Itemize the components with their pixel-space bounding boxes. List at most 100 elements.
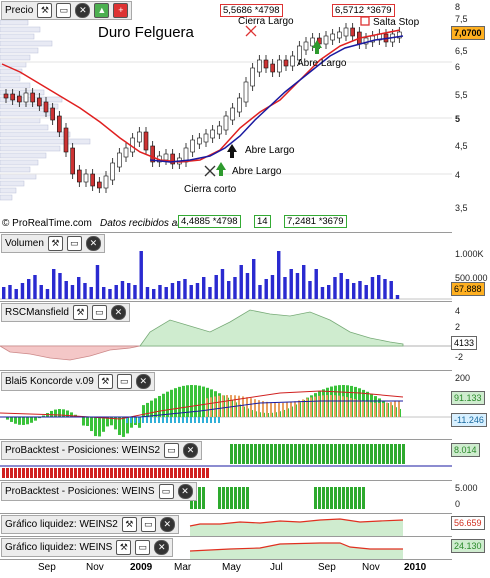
candle-body [203,133,209,143]
koncorde-blue-bar [138,417,140,423]
price-panel: Precio ⚒ ▭ ✕ ▲ + Duro Felguera 5,5686 *4… [0,0,452,233]
backtest2-panel-header[interactable]: ProBacktest - Posiciones: WEINS2 ▭ ✕ [1,441,203,460]
window-icon[interactable]: ▭ [158,484,174,499]
short-position-bar [206,468,209,478]
short-position-bar [30,468,33,478]
short-position-bar [10,468,13,478]
backtest-panel-header[interactable]: ProBacktest - Posiciones: WEINS ▭ ✕ [1,482,197,501]
koncorde-blue-bar [162,417,164,423]
candle-body [197,137,202,145]
koncorde-green-bar [50,410,53,417]
x-tick: 2009 [130,562,153,573]
long-position-bar [262,444,265,464]
koncorde-orange-bar [294,401,296,417]
close-icon[interactable]: ✕ [177,484,193,499]
wrench-icon[interactable]: ⚒ [97,374,113,389]
window-icon[interactable]: ▭ [56,3,72,18]
candle-body [90,173,95,187]
short-position-bar [74,468,77,478]
wrench-icon[interactable]: ⚒ [37,3,53,18]
candle-body [217,125,222,135]
long-position-bar [294,444,297,464]
volume-bar [352,283,356,299]
long-position-bar [286,444,289,464]
volume-panel-header[interactable]: Volumen ⚒ ▭ ✕ [1,234,105,253]
close-icon[interactable]: ✕ [135,374,151,389]
add-icon[interactable]: + [113,3,129,18]
tick: 2 [455,322,461,332]
short-position-bar [186,468,189,478]
long-position-bar [306,444,309,464]
volume-bar [295,273,300,299]
close-icon[interactable]: ✕ [110,305,126,320]
tick: 200 [455,373,471,383]
short-position-bar [6,468,9,478]
volume-bar [252,259,256,299]
candle-body [137,131,142,143]
volume-bar [258,285,262,299]
short-position-bar [42,468,45,478]
volume-bar [358,281,362,299]
long-position-bar [222,487,225,509]
liq-panel-header[interactable]: Gráfico liquidez: WEINS ⚒ ▭ ✕ [1,538,174,557]
tick: 0 [455,499,461,509]
candle-body [103,175,109,189]
close-icon[interactable]: ✕ [85,236,101,251]
volume-bar [214,275,218,299]
volume-bar [70,285,75,299]
short-position-bar [18,468,21,478]
koncorde-axis: 200 0 [452,371,490,439]
liq2-panel-header[interactable]: Gráfico liquidez: WEINS2 ⚒ ▭ ✕ [1,515,179,534]
volume-bar [145,287,150,299]
candle-body [17,95,22,103]
koncorde-blue-bar [206,417,208,423]
koncorde-orange-bar [278,402,280,417]
tick: 8 [455,2,461,12]
wrench-icon[interactable]: ⚒ [121,517,137,532]
short-position-bar [14,468,17,478]
window-icon[interactable]: ▭ [91,305,107,320]
window-icon[interactable]: ▭ [66,236,82,251]
volume-bar [177,281,181,299]
volume-bar [83,283,87,299]
short-position-bar [46,468,49,478]
rsc-panel-header[interactable]: RSCMansfield ⚒ ▭ ✕ [1,303,130,322]
koncorde-green-bar [26,417,29,425]
window-icon[interactable]: ▭ [140,517,156,532]
volume-bar [27,279,31,299]
close-icon[interactable]: ✕ [183,443,199,458]
koncorde-val2-badge: -11.246 [451,413,487,427]
wrench-icon[interactable]: ⚒ [116,540,132,555]
x-tick: 2010 [404,562,427,573]
koncorde-green-bar [58,409,61,417]
koncorde-orange-bar [346,397,348,417]
candle-body [123,147,129,158]
time-axis: Sep Nov 2009 Mar May Jul Sep Nov 2010 [0,560,490,578]
koncorde-green-bar [86,417,89,426]
long-position-bar [234,487,237,509]
window-icon[interactable]: ▭ [135,540,151,555]
window-icon[interactable]: ▭ [164,443,180,458]
close-icon[interactable]: ✕ [159,517,175,532]
short-position-bar [26,468,29,478]
backtest2-last-badge: 8.014 [451,443,480,457]
close-icon[interactable]: ✕ [154,540,170,555]
up-arrow-icon[interactable]: ▲ [94,3,110,18]
label-cierra-largo: Cierra Largo [238,16,294,27]
volume-bar [383,279,387,299]
volume-bar [52,269,56,299]
tick: 3,5 [455,203,468,213]
volume-bar [152,289,156,299]
wrench-icon[interactable]: ⚒ [72,305,88,320]
koncorde-panel-header[interactable]: Blai5 Koncorde v.09 ⚒ ▭ ✕ [1,372,155,391]
long-position-bar [326,444,329,464]
short-position-bar [154,468,157,478]
candle-body [23,92,29,103]
long-position-bar [338,487,341,509]
close-icon[interactable]: ✕ [75,3,91,18]
wrench-icon[interactable]: ⚒ [47,236,63,251]
candle-body [10,93,15,101]
window-icon[interactable]: ▭ [116,374,132,389]
price-panel-header[interactable]: Precio ⚒ ▭ ✕ ▲ + [1,1,133,20]
koncorde-orange-bar [298,400,300,417]
